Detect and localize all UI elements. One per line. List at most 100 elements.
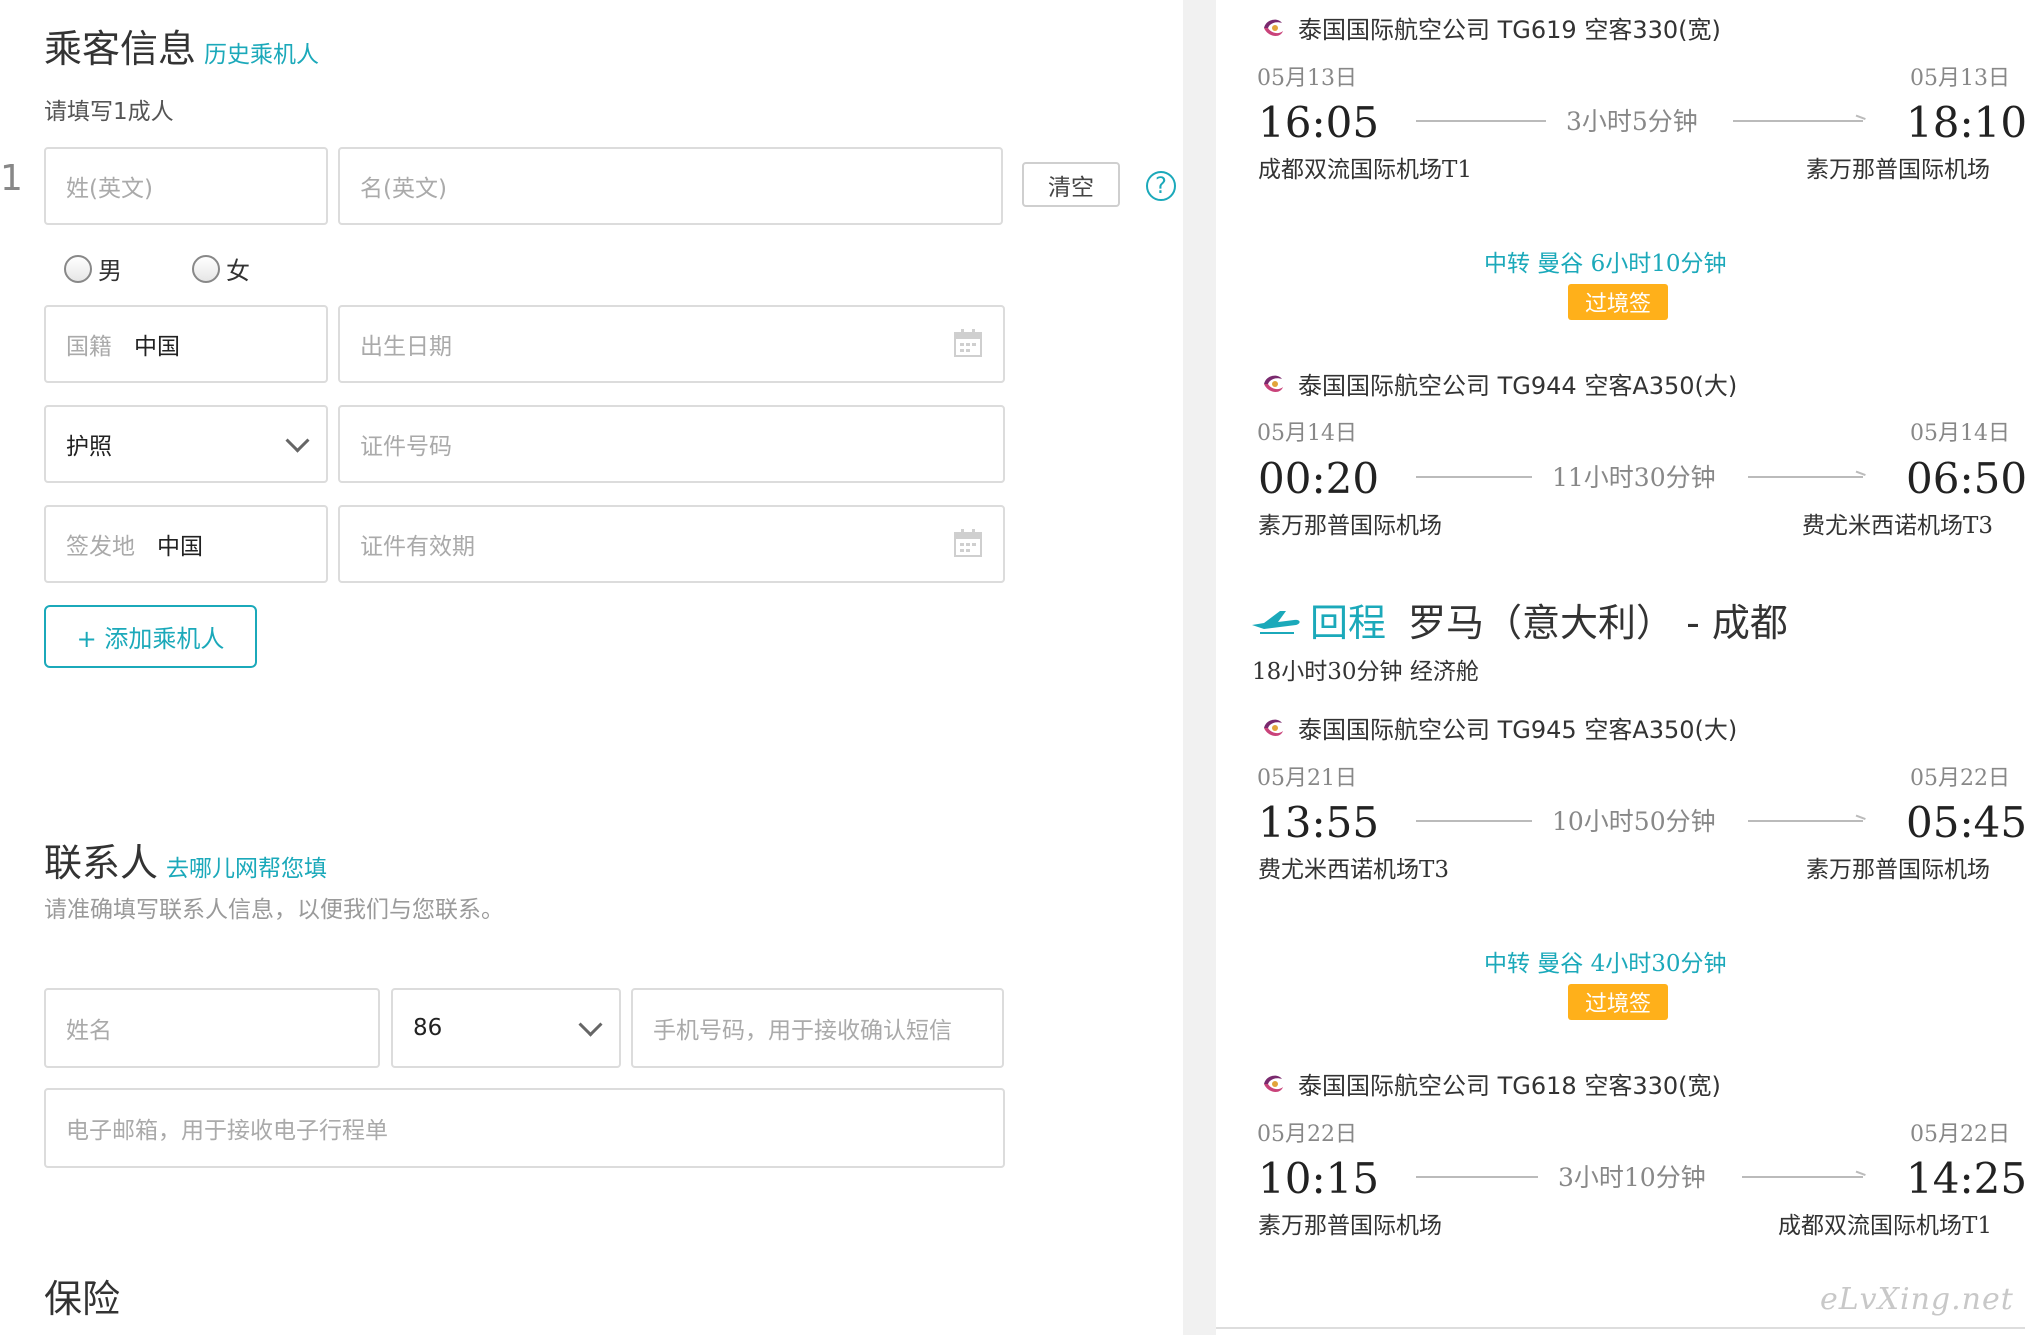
transfer-info: 中转 曼谷 6小时10分钟 [1484,251,1727,277]
flight-duration: 11小时30分钟 [1552,463,1716,492]
add-passenger-button[interactable]: + 添加乘机人 [44,605,257,668]
route-line [1416,476,1532,478]
phone-placeholder: 手机号码，用于接收确认短信 [653,1018,952,1044]
passenger-index: 1 [0,158,23,199]
passenger-section-title: 乘客信息 历史乘机人 [44,18,319,73]
contact-section-title: 联系人 去哪儿网帮您填 [44,832,327,887]
plane-icon [1252,610,1300,634]
nationality-field[interactable]: 国籍 中国 [44,305,328,383]
email-input[interactable]: 电子邮箱，用于接收电子行程单 [44,1088,1005,1168]
contact-title-text: 联系人 [44,841,159,885]
arrival-time: 14:25 [1906,1154,2025,1203]
route-line-arrow [1742,1176,1863,1178]
arrival-date: 05月22日 [1910,766,2010,791]
contact-name-placeholder: 姓名 [66,1018,112,1044]
route-line-arrow [1733,120,1863,122]
phone-input[interactable]: 手机号码，用于接收确认短信 [631,988,1004,1068]
nationality-value: 中国 [134,334,180,360]
flight-info: 泰国国际航空公司 TG619 空客330(宽) [1298,16,1721,44]
radio-circle [192,254,220,283]
chevron-down-icon [285,428,310,453]
route-line [1416,120,1546,122]
flight-segment-header: 泰国国际航空公司 TG945 空客A350(大) [1260,710,1737,745]
surname-placeholder: 姓(英文) [66,176,153,202]
nationality-label: 国籍 [66,334,112,360]
birth-date-placeholder: 出生日期 [360,334,452,360]
flight-info: 泰国国际航空公司 TG618 空客330(宽) [1298,1072,1721,1100]
return-summary: 18小时30分钟 经济舱 [1252,659,1479,685]
email-placeholder: 电子邮箱，用于接收电子行程单 [66,1118,388,1144]
document-number-placeholder: 证件号码 [360,434,452,460]
return-label: 回程 [1310,601,1387,645]
issue-place-value: 中国 [157,534,203,560]
transit-visa-badge: 过境签 [1568,284,1668,320]
arrival-time: 05:45 [1906,798,2025,847]
auto-fill-contact-link[interactable]: 去哪儿网帮您填 [166,856,327,882]
passenger-hint: 请填写1成人 [44,99,174,125]
flight-segment-header: 泰国国际航空公司 TG619 空客330(宽) [1260,10,1721,45]
departure-time: 10:15 [1258,1154,1380,1203]
route-line-arrow [1748,820,1863,822]
airline-logo-icon [1264,719,1283,736]
arrival-airport: 费尤米西诺机场T3 [1802,513,1993,539]
chevron-down-icon [578,1012,603,1037]
watermark: eLvXing.net [1820,1282,2014,1317]
given-name-placeholder: 名(英文) [360,176,447,202]
departure-date: 05月14日 [1257,421,1357,446]
arrow-head [1852,814,1866,830]
contact-name-input[interactable]: 姓名 [44,988,380,1068]
departure-time: 16:05 [1258,98,1380,147]
document-expiry-placeholder: 证件有效期 [360,534,475,560]
return-leg-title: 回程 罗马（意大利） - 成都 [1250,592,1788,647]
passenger-title-text: 乘客信息 [44,27,197,71]
document-number-input[interactable]: 证件号码 [338,405,1005,483]
panel-divider [1183,0,1216,1335]
route-line-arrow [1748,476,1863,478]
departure-date: 05月21日 [1257,766,1357,791]
radio-circle [64,254,92,283]
gender-female-radio[interactable]: 女 [192,251,250,286]
departure-airport: 素万那普国际机场 [1258,1213,1442,1239]
document-expiry-input[interactable]: 证件有效期 [338,505,1005,583]
arrival-airport: 素万那普国际机场 [1806,857,1990,883]
flight-info: 泰国国际航空公司 TG944 空客A350(大) [1298,372,1738,400]
departure-date: 05月13日 [1257,66,1357,91]
surname-input[interactable]: 姓(英文) [44,147,328,225]
departure-time: 00:20 [1258,454,1380,503]
arrival-date: 05月22日 [1910,1122,2010,1147]
country-code-select[interactable]: 86 [391,988,621,1068]
flight-duration: 3小时10分钟 [1558,1163,1706,1192]
route-line [1416,820,1532,822]
arrow-head [1852,114,1866,130]
arrow-head [1852,1170,1866,1186]
airline-logo-icon [1264,1075,1283,1092]
clear-button[interactable]: 清空 [1022,162,1120,207]
route-line [1416,1176,1538,1178]
transfer-info: 中转 曼谷 4小时30分钟 [1484,951,1727,977]
given-name-input[interactable]: 名(英文) [338,147,1003,225]
departure-time: 13:55 [1258,798,1380,847]
departure-airport: 素万那普国际机场 [1258,513,1442,539]
issue-place-field[interactable]: 签发地 中国 [44,505,328,583]
issue-place-label: 签发地 [66,534,135,560]
transit-visa-badge: 过境签 [1568,984,1668,1020]
help-icon[interactable]: ? [1146,171,1176,201]
insurance-section-title: 保险 [44,1277,121,1321]
airline-logo-icon [1264,19,1283,36]
arrival-time: 18:10 [1906,98,2025,147]
contact-hint: 请准确填写联系人信息，以便我们与您联系。 [44,897,504,923]
calendar-icon[interactable] [953,328,983,358]
gender-female-label: 女 [226,257,250,285]
gender-male-label: 男 [98,257,122,285]
departure-airport: 成都双流国际机场T1 [1258,157,1472,183]
arrival-airport: 素万那普国际机场 [1806,157,1990,183]
return-route: 罗马（意大利） - 成都 [1408,601,1788,645]
history-passengers-link[interactable]: 历史乘机人 [204,42,319,68]
document-type-value: 护照 [66,434,112,460]
arrival-date: 05月13日 [1910,66,2010,91]
panel-bottom-border [1216,1327,2025,1329]
document-type-select[interactable]: 护照 [44,405,328,483]
birth-date-input[interactable]: 出生日期 [338,305,1005,383]
gender-male-radio[interactable]: 男 [64,251,122,286]
calendar-icon[interactable] [953,528,983,558]
